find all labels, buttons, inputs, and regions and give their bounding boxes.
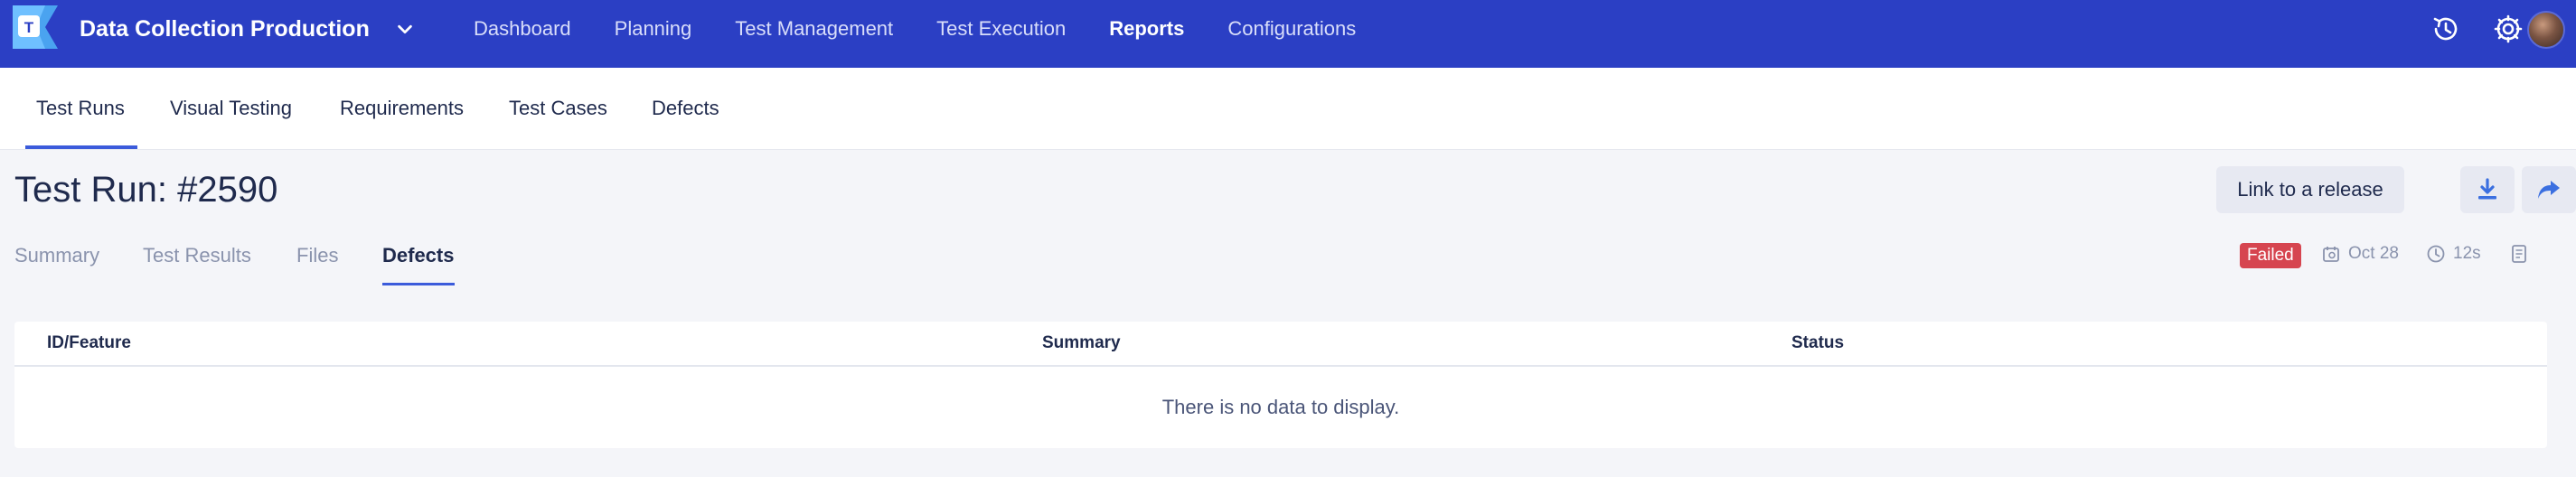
defects-table: ID/Feature Summary Status There is no da…	[14, 322, 2547, 448]
nav-planning[interactable]: Planning	[615, 17, 692, 41]
column-summary[interactable]: Summary	[1042, 322, 1121, 365]
link-to-release-button[interactable]: Link to a release	[2216, 166, 2404, 213]
run-date-value: Oct 28	[2348, 244, 2399, 263]
tab-test-cases[interactable]: Test Cases	[509, 68, 607, 149]
tab-test-results[interactable]: Test Results	[143, 244, 251, 267]
link-to-release-label: Link to a release	[2237, 178, 2383, 201]
tab-test-runs[interactable]: Test Runs	[36, 68, 125, 149]
run-duration: 12s	[2426, 244, 2481, 264]
history-icon[interactable]	[2428, 11, 2464, 47]
main-navigation: Dashboard Planning Test Management Test …	[474, 13, 1399, 45]
tab-defects[interactable]: Defects	[652, 68, 719, 149]
active-tab-indicator	[25, 145, 137, 149]
tab-visual-testing[interactable]: Visual Testing	[170, 68, 292, 149]
top-navigation-bar: T Data Collection Production Dashboard P…	[0, 0, 2576, 68]
user-avatar[interactable]	[2527, 11, 2565, 49]
nav-test-management[interactable]: Test Management	[735, 17, 893, 41]
project-name: Data Collection Production	[80, 15, 370, 42]
download-button[interactable]	[2460, 166, 2515, 213]
clock-icon	[2427, 245, 2445, 263]
download-icon	[2478, 178, 2496, 200]
share-button[interactable]	[2522, 166, 2576, 213]
svg-text:T: T	[24, 19, 34, 36]
app-logo-icon[interactable]: T	[13, 5, 58, 49]
nav-reports[interactable]: Reports	[1109, 17, 1184, 41]
project-selector[interactable]: Data Collection Production	[80, 13, 415, 45]
page-title: Test Run: #2590	[14, 170, 278, 210]
notes-icon[interactable]	[2509, 244, 2529, 264]
tab-run-defects[interactable]: Defects	[382, 244, 454, 267]
settings-gear-icon[interactable]	[2490, 11, 2526, 47]
status-badge: Failed	[2240, 243, 2301, 268]
run-date: Oct 28	[2321, 244, 2399, 264]
column-id-feature[interactable]: ID/Feature	[47, 322, 131, 365]
nav-configurations[interactable]: Configurations	[1227, 17, 1356, 41]
tab-files[interactable]: Files	[296, 244, 338, 267]
column-status[interactable]: Status	[1791, 322, 1844, 365]
calendar-icon	[2323, 247, 2339, 262]
empty-state-message: There is no data to display.	[1161, 396, 1400, 418]
nav-dashboard[interactable]: Dashboard	[474, 17, 571, 41]
inner-active-tab-indicator	[382, 283, 455, 285]
table-header: ID/Feature Summary Status	[14, 322, 2547, 367]
tab-summary[interactable]: Summary	[14, 244, 99, 267]
secondary-navigation: Test Runs Visual Testing Requirements Te…	[0, 68, 2576, 150]
share-arrow-icon	[2538, 181, 2560, 199]
run-duration-value: 12s	[2453, 244, 2481, 263]
chevron-down-icon	[398, 24, 412, 34]
tab-requirements[interactable]: Requirements	[340, 68, 464, 149]
nav-test-execution[interactable]: Test Execution	[936, 17, 1066, 41]
